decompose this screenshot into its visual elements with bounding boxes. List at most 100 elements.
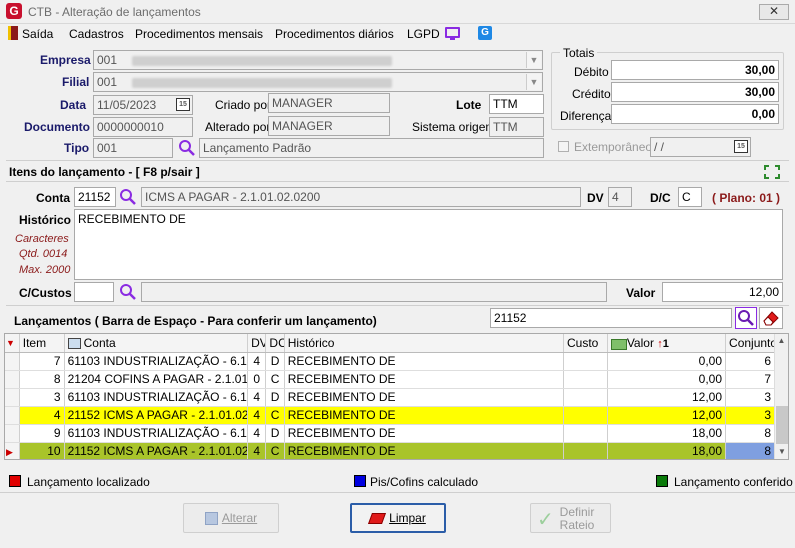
legend-piscofins-label: Pis/Cofins calculado (370, 475, 479, 489)
table-row[interactable]: 3 61103 INDUSTRIALIZAÇÃO - 6.1.... 4 D RECEB… (5, 388, 775, 407)
valor-label: Valor (626, 286, 656, 300)
cell-dv: 4 (247, 388, 267, 407)
menu-lgpd[interactable]: LGPD (407, 27, 440, 41)
cell-custo (563, 406, 608, 425)
cell-valor: 18,00 (607, 442, 727, 459)
table-row[interactable]: 8 21204 COFINS A PAGAR - 2.1.01.... 0 C RECE… (5, 370, 775, 389)
cell-dv: 4 (247, 424, 267, 443)
table-row[interactable]: 9 61103 INDUSTRIALIZAÇÃO - 6.1.... 4 D RECEB… (5, 424, 775, 443)
cell-valor: 18,00 (607, 424, 727, 443)
dc-label: D/C (650, 191, 671, 205)
max-label: Max. 2000 (19, 264, 71, 276)
tipo-field[interactable]: 001 (93, 138, 173, 158)
scrollbar-thumb[interactable] (776, 406, 788, 444)
chevron-down-icon[interactable]: ▼ (526, 52, 541, 68)
limpar-label: Limpar (389, 511, 426, 525)
scroll-down-icon[interactable]: ▼ (775, 445, 788, 459)
monitor-stand-icon (450, 38, 455, 40)
monitor-icon[interactable] (445, 27, 460, 38)
lote-field[interactable]: TTM (489, 94, 544, 114)
legend-conferido-swatch (656, 475, 668, 487)
search-icon[interactable] (119, 188, 137, 206)
divider (0, 492, 795, 493)
menu-procedimentos-diarios[interactable]: Procedimentos diários (275, 27, 394, 41)
col-custo[interactable]: Custo (563, 334, 608, 353)
conta-field[interactable]: 21152 (74, 187, 116, 207)
alterado-field: MANAGER (268, 116, 390, 136)
row-indicator (5, 352, 20, 371)
grid-scrollbar[interactable]: ▲ ▼ (774, 334, 788, 459)
lancamentos-table: ▼ Item Conta DV DC Histórico Custo Valor… (5, 334, 775, 459)
cell-conjunto: 7 (725, 370, 775, 389)
data-field[interactable]: 11/05/2023 15 (93, 95, 193, 115)
menu-procedimentos-mensais[interactable]: Procedimentos mensais (135, 27, 263, 41)
search-button[interactable] (735, 307, 757, 329)
cell-dc: C (265, 370, 285, 389)
col-conta[interactable]: Conta (64, 334, 249, 353)
expand-icon[interactable] (764, 165, 780, 179)
divider (6, 160, 789, 161)
documento-field[interactable]: 0000000010 (93, 117, 193, 137)
ccustos-label: C/Custos (19, 286, 72, 300)
limpar-button[interactable]: Limpar (350, 503, 446, 533)
divider (6, 181, 789, 182)
historico-textarea[interactable]: RECEBIMENTO DE (74, 209, 783, 280)
cell-conta: 21152 ICMS A PAGAR - 2.1.01.02.... (64, 406, 249, 425)
cell-valor: 12,00 (607, 388, 727, 407)
cell-item: 3 (19, 388, 65, 407)
app-logo-icon: G (6, 3, 22, 19)
rateio-label: Rateio (559, 518, 595, 532)
calendar-icon[interactable]: 15 (176, 98, 190, 111)
debito-label: Débito (574, 65, 609, 79)
lancamentos-grid[interactable]: ▼ Item Conta DV DC Histórico Custo Valor… (4, 333, 789, 460)
alterar-button[interactable]: Alterar (183, 503, 279, 533)
col-valor[interactable]: Valor ↑1 (607, 334, 727, 353)
table-row[interactable]: 4 21152 ICMS A PAGAR - 2.1.01.02.... 4 C REC… (5, 406, 775, 425)
empresa-name-redacted (132, 55, 393, 66)
historico-label: Histórico (19, 213, 72, 227)
legend-conferido-label: Lançamento conferido (674, 475, 793, 489)
ccustos-field[interactable] (74, 282, 114, 302)
dv-label: DV (587, 191, 604, 205)
cell-conjunto: 8 (725, 442, 775, 459)
search-icon[interactable] (178, 139, 196, 157)
table-row[interactable]: ▶ 10 21152 ICMS A PAGAR - 2.1.01.02.... 4 C R… (5, 442, 775, 459)
menu-saida[interactable]: Saída (22, 27, 53, 41)
definir-rateio-button[interactable]: ✓ Definir Rateio (530, 503, 611, 533)
col-dc[interactable]: DC (265, 334, 285, 353)
table-row[interactable]: 7 61103 INDUSTRIALIZAÇÃO - 6.1.... 4 D RECEB… (5, 352, 775, 371)
search-icon[interactable] (119, 283, 137, 301)
cell-historico: RECEBIMENTO DE (284, 388, 565, 407)
help-logo-icon[interactable]: G (478, 26, 492, 40)
clear-search-button[interactable] (759, 307, 783, 329)
cell-item: 9 (19, 424, 65, 443)
lancamentos-search-input[interactable]: 21152 (490, 308, 732, 328)
extemporaneo-date[interactable]: / / 15 (650, 137, 751, 157)
valor-field[interactable]: 12,00 (662, 282, 783, 302)
cell-conta: 21152 ICMS A PAGAR - 2.1.01.02.... (64, 442, 249, 459)
cell-conta: 61103 INDUSTRIALIZAÇÃO - 6.1.... (64, 388, 249, 407)
close-button[interactable]: ✕ (759, 4, 789, 20)
col-historico[interactable]: Histórico (284, 334, 565, 353)
cell-conta: 61103 INDUSTRIALIZAÇÃO - 6.1.... (64, 352, 249, 371)
cell-historico: RECEBIMENTO DE (284, 370, 565, 389)
col-conjunto[interactable]: Conjunto (725, 334, 775, 353)
scroll-up-icon[interactable]: ▲ (775, 334, 788, 348)
table-header: ▼ Item Conta DV DC Histórico Custo Valor… (5, 334, 775, 353)
cell-custo (563, 424, 608, 443)
row-indicator (5, 370, 20, 389)
cell-dc: C (265, 442, 285, 459)
col-dv[interactable]: DV (247, 334, 267, 353)
alterar-label: Alterar (221, 511, 258, 525)
exit-icon (8, 26, 18, 40)
col-item[interactable]: Item (19, 334, 65, 353)
dc-field[interactable]: C (678, 187, 702, 207)
filial-combo[interactable]: 001 ▼ (93, 72, 543, 92)
chevron-down-icon[interactable]: ▼ (526, 74, 541, 90)
conta-desc-field: ICMS A PAGAR - 2.1.01.02.0200 (141, 187, 581, 207)
extemporaneo-checkbox[interactable] (558, 141, 569, 152)
empresa-combo[interactable]: 001 ▼ (93, 50, 543, 70)
calendar-icon[interactable]: 15 (734, 140, 748, 153)
menu-cadastros[interactable]: Cadastros (69, 27, 124, 41)
filial-code: 001 (97, 75, 118, 89)
